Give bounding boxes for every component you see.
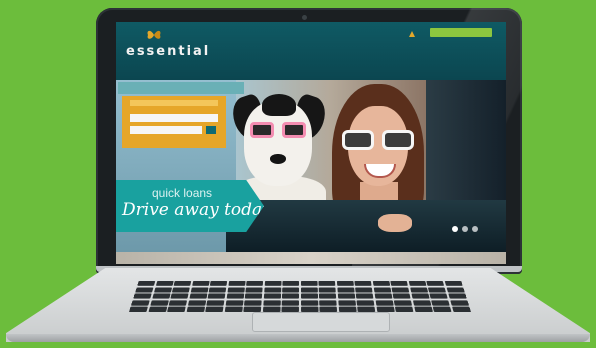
page-lower-strip [116, 252, 506, 264]
promo-banner[interactable]: quick loans Drive away today [116, 180, 264, 232]
quote-go-button[interactable] [206, 126, 216, 134]
woman-sunglasses [342, 130, 416, 150]
promo-subtitle: quick loans [152, 186, 213, 200]
brand-logo[interactable]: essential [126, 44, 210, 59]
butterfly-logo-icon [147, 30, 161, 39]
utility-bar [409, 31, 418, 37]
slider-dot[interactable] [472, 226, 478, 232]
quote-heading [130, 100, 218, 106]
dog-nose [270, 154, 286, 164]
login-button[interactable] [430, 28, 492, 37]
dog-sunglasses [250, 122, 308, 138]
slider-dot[interactable] [452, 226, 458, 232]
slider-dot[interactable] [462, 226, 468, 232]
promo-headline: Drive away today [122, 200, 272, 220]
site-header: essential [116, 22, 506, 80]
person-icon [409, 31, 415, 37]
quote-input[interactable] [130, 114, 218, 122]
quick-quote-widget [122, 96, 226, 148]
laptop-base [6, 268, 590, 342]
keyboard [128, 280, 472, 313]
trackpad [252, 312, 390, 332]
laptop-screen: essential quick loans Drive away today [116, 22, 506, 264]
slider-dots [452, 226, 478, 232]
quote-select[interactable] [130, 126, 202, 134]
laptop-front-edge [6, 334, 590, 342]
dog-crown [262, 94, 296, 116]
webcam [302, 15, 307, 20]
login-tab[interactable] [118, 82, 244, 94]
woman-hand [378, 214, 412, 232]
